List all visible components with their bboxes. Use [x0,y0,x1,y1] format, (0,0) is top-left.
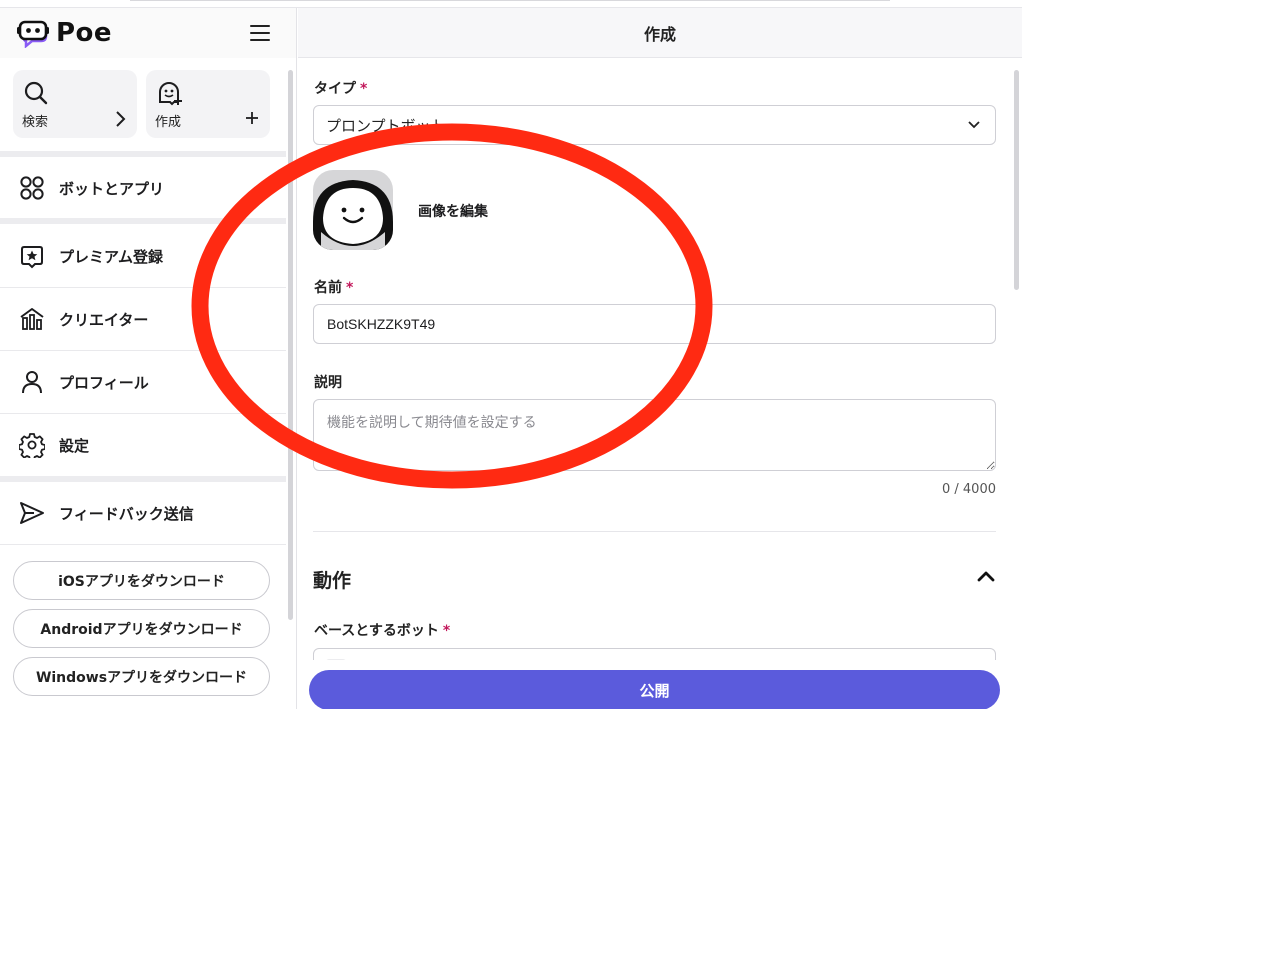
profile-icon [22,371,42,394]
premium-icon [21,246,43,269]
description-textarea[interactable] [313,399,996,471]
character-counter: 0 / 4000 [942,482,996,497]
section-divider [313,531,996,532]
search-button[interactable]: 検索 [13,70,137,138]
create-button[interactable]: 作成 [146,70,270,138]
edit-image-link[interactable]: 画像を編集 [418,201,488,221]
sidebar-item-settings[interactable]: 設定 [0,415,286,475]
main-scrollbar[interactable] [1014,70,1019,290]
sidebar-item-creator[interactable]: クリエイター [0,289,286,349]
description-label: 説明 [314,375,342,391]
sidebar-header: Poe [0,8,296,58]
chevron-right-icon [116,111,126,127]
sidebar-item-label: プロフィール [59,373,149,392]
avatar[interactable] [313,170,393,250]
sidebar-item-bots-apps[interactable]: ボットとアプリ [0,158,286,218]
app-window: Poe 検索 作成 ボットとアプリ プレミアム登録 クリエイター プロフィール … [0,7,1022,709]
chevron-down-icon [968,121,980,129]
publish-button[interactable]: 公開 [309,670,1000,709]
bot-name-input[interactable] [313,304,996,344]
type-label: タイプ * [314,78,367,98]
poe-logo-text: Poe [56,18,113,48]
create-bot-panel: 作成 タイプ * プロンプトボット 画像を編集 名前 * BotSKHZZK9T… [298,8,1022,709]
download-windows-button[interactable]: Windowsアプリをダウンロード [13,657,270,696]
download-android-button[interactable]: Androidアプリをダウンロード [13,609,270,648]
search-icon [24,81,48,105]
required-marker: * [346,280,354,296]
window-top-border [130,0,890,1]
plus-icon [246,112,258,124]
page-title: 作成 [643,24,676,44]
sidebar-divider [0,218,286,224]
behavior-section-title: 動作 [313,570,352,592]
type-label-text: タイプ [314,81,356,97]
sidebar: Poe 検索 作成 ボットとアプリ プレミアム登録 クリエイター プロフィール … [0,8,297,709]
name-label: 名前 * [314,277,353,297]
download-ios-button[interactable]: iOSアプリをダウンロード [13,561,270,600]
bots-apps-icon [20,176,44,200]
menu-icon[interactable] [248,22,272,44]
sidebar-item-label: クリエイター [59,310,149,329]
creator-icon [20,308,44,330]
create-bot-icon [159,82,182,106]
type-select-value: プロンプトボット [326,116,446,135]
required-marker: * [360,81,368,97]
name-label-text: 名前 [314,280,342,296]
sidebar-divider [0,350,286,351]
chevron-up-icon[interactable] [976,569,996,583]
gear-icon [19,433,45,458]
sidebar-item-label: ボットとアプリ [59,179,165,198]
base-bot-label-text: ベースとするボット [314,623,439,639]
poe-logo-icon [17,20,49,48]
sidebar-item-premium[interactable]: プレミアム登録 [0,226,286,286]
sidebar-divider [0,544,286,545]
poe-logo[interactable]: Poe [16,18,112,48]
bot-avatar-icon [313,170,393,250]
base-bot-label: ベースとするボット * [314,620,450,640]
main-header: 作成 [298,8,1022,58]
sidebar-item-label: フィードバック送信 [59,504,194,523]
sidebar-item-label: プレミアム登録 [59,247,163,266]
type-select[interactable]: プロンプトボット [313,105,996,145]
sidebar-divider [0,287,286,288]
sidebar-item-profile[interactable]: プロフィール [0,352,286,412]
sidebar-divider [0,413,286,414]
sidebar-divider [0,151,286,157]
sidebar-item-feedback[interactable]: フィードバック送信 [0,483,286,543]
search-label: 検索 [22,115,49,130]
sidebar-item-label: 設定 [59,436,90,455]
sidebar-scrollbar[interactable] [288,70,293,620]
send-icon [20,502,44,524]
sidebar-divider [0,476,286,482]
create-label: 作成 [155,115,182,130]
required-marker: * [442,623,451,639]
